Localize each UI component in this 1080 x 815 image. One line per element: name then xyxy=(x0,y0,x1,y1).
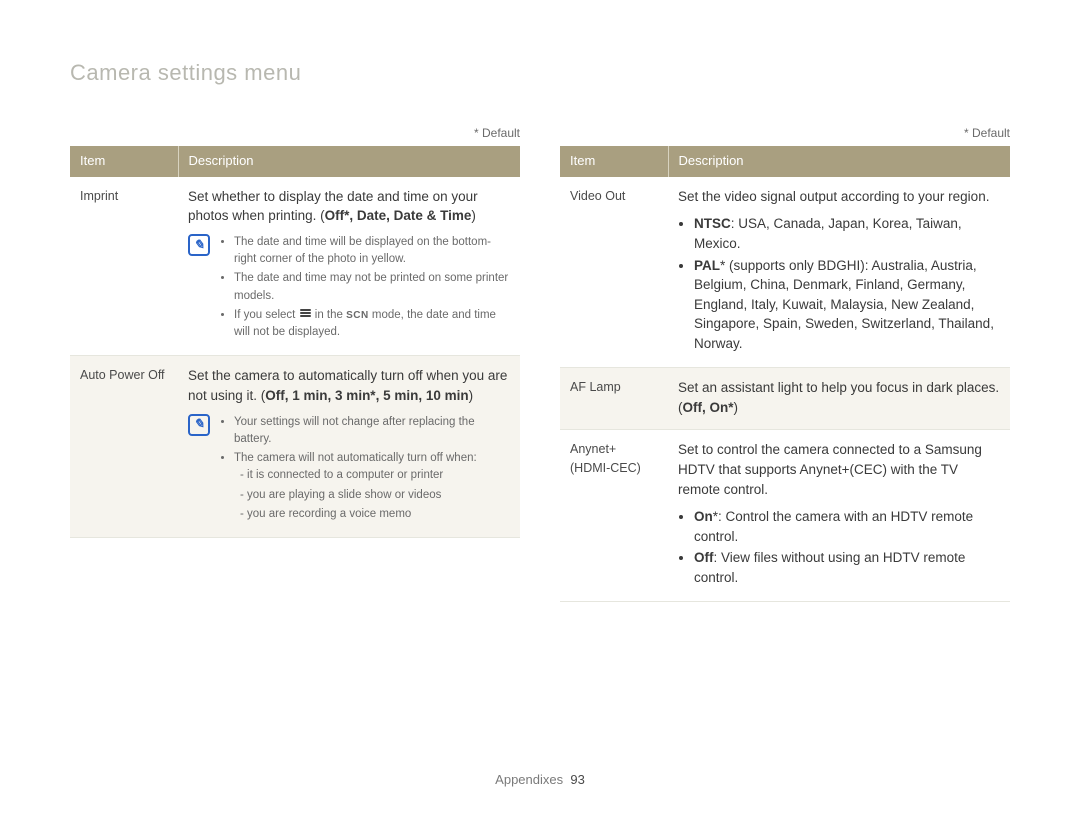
description-main: Set the video signal output according to… xyxy=(678,187,1000,207)
sublist-item: you are recording a voice memo xyxy=(240,506,510,523)
content-columns: * Default Item Description Imprint Set w… xyxy=(70,126,1020,602)
note-item: If you select in the SCN mode, the date … xyxy=(234,307,510,342)
description-main: Set whether to display the date and time… xyxy=(188,187,510,226)
item-label: Video Out xyxy=(560,177,668,368)
bullet-item: Off: View files without using an HDTV re… xyxy=(694,548,1000,587)
table-row: Auto Power Off Set the camera to automat… xyxy=(70,356,520,538)
bullet-item: NTSC: USA, Canada, Japan, Korea, Taiwan,… xyxy=(694,214,1000,253)
item-description: Set to control the camera connected to a… xyxy=(668,430,1010,602)
page-footer: Appendixes 93 xyxy=(0,772,1080,787)
scn-mode-label: SCN xyxy=(346,310,369,321)
header-description: Description xyxy=(178,146,520,177)
note-item: Your settings will not change after repl… xyxy=(234,414,510,449)
note-list: Your settings will not change after repl… xyxy=(218,414,510,526)
right-column: * Default Item Description Video Out Set… xyxy=(560,126,1010,602)
bullet-item: On*: Control the camera with an HDTV rem… xyxy=(694,507,1000,546)
item-description: Set whether to display the date and time… xyxy=(178,177,520,356)
item-label: Auto Power Off xyxy=(70,356,178,538)
sublist-item: you are playing a slide show or videos xyxy=(240,487,510,504)
note-item: The camera will not automatically turn o… xyxy=(234,450,510,523)
description-main: Set to control the camera connected to a… xyxy=(678,440,1000,499)
header-item: Item xyxy=(70,146,178,177)
note-block: ✎ The date and time will be displayed on… xyxy=(188,234,510,344)
table-row: AF Lamp Set an assistant light to help y… xyxy=(560,368,1010,430)
bullet-list: On*: Control the camera with an HDTV rem… xyxy=(678,507,1000,587)
table-row: Video Out Set the video signal output ac… xyxy=(560,177,1010,368)
item-label: Anynet+ (HDMI-CEC) xyxy=(560,430,668,602)
header-item: Item xyxy=(560,146,668,177)
note-item: The date and time will be displayed on t… xyxy=(234,234,510,269)
page-title: Camera settings menu xyxy=(70,60,1020,86)
note-block: ✎ Your settings will not change after re… xyxy=(188,414,510,526)
default-note-right: * Default xyxy=(560,126,1010,140)
default-note-left: * Default xyxy=(70,126,520,140)
sublist-item: it is connected to a computer or printer xyxy=(240,467,510,484)
item-description: Set the video signal output according to… xyxy=(668,177,1010,368)
description-main: Set an assistant light to help you focus… xyxy=(678,378,1000,417)
note-list: The date and time will be displayed on t… xyxy=(218,234,510,344)
note-item: The date and time may not be printed on … xyxy=(234,270,510,305)
bullet-item: PAL* (supports only BDGHI): Australia, A… xyxy=(694,256,1000,354)
item-label: AF Lamp xyxy=(560,368,668,430)
table-row: Imprint Set whether to display the date … xyxy=(70,177,520,356)
description-main: Set the camera to automatically turn off… xyxy=(188,366,510,405)
menu-icon xyxy=(300,309,311,319)
table-row: Anynet+ (HDMI-CEC) Set to control the ca… xyxy=(560,430,1010,602)
item-description: Set the camera to automatically turn off… xyxy=(178,356,520,538)
bullet-list: NTSC: USA, Canada, Japan, Korea, Taiwan,… xyxy=(678,214,1000,353)
settings-table-right: Item Description Video Out Set the video… xyxy=(560,146,1010,602)
footer-section-label: Appendixes xyxy=(495,772,563,787)
left-column: * Default Item Description Imprint Set w… xyxy=(70,126,520,602)
item-description: Set an assistant light to help you focus… xyxy=(668,368,1010,430)
settings-table-left: Item Description Imprint Set whether to … xyxy=(70,146,520,538)
header-description: Description xyxy=(668,146,1010,177)
note-icon: ✎ xyxy=(188,414,210,436)
note-sublist: it is connected to a computer or printer… xyxy=(234,467,510,523)
note-icon: ✎ xyxy=(188,234,210,256)
item-label: Imprint xyxy=(70,177,178,356)
page-number: 93 xyxy=(570,772,584,787)
